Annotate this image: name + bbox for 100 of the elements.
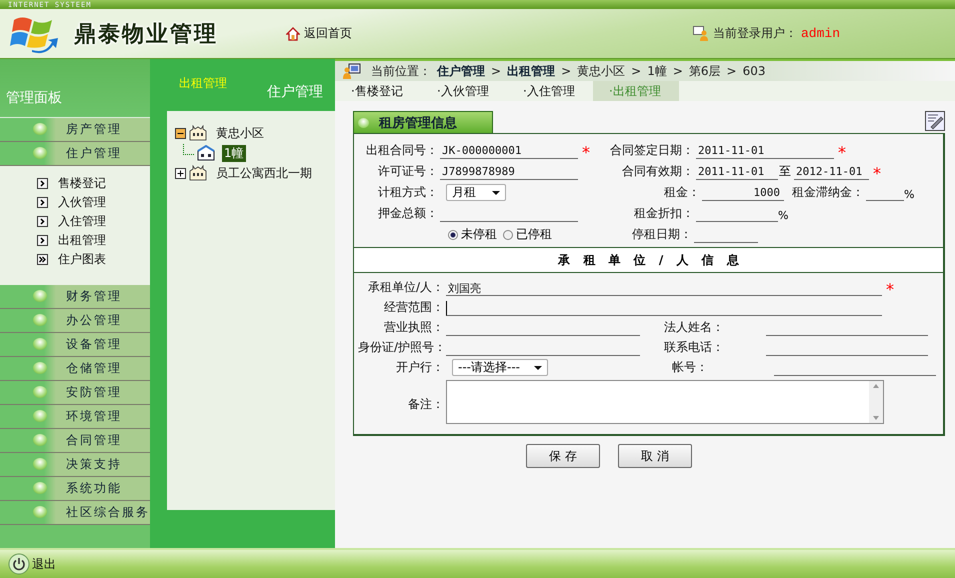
field-label: 合同签定日期： xyxy=(609,142,694,159)
breadcrumb-item: 出租管理 xyxy=(507,62,556,80)
double-chevron-icon xyxy=(37,254,48,264)
breadcrumb-label: 当前位置： xyxy=(371,62,431,80)
submenu-item[interactable]: 售楼登记 xyxy=(37,175,150,191)
input-field[interactable]: 刘国亮 xyxy=(446,281,882,296)
bulb-icon xyxy=(33,314,47,326)
exit-button[interactable]: 退出 xyxy=(8,553,56,575)
sidebar-item[interactable]: 决策支持 xyxy=(0,453,150,477)
unit-label: % xyxy=(904,188,914,201)
chevron-icon xyxy=(37,178,48,188)
breadcrumb-separator: > xyxy=(491,64,502,78)
field-label: 合同有效期： xyxy=(621,163,694,180)
username: admin xyxy=(800,26,840,41)
field-label: 计租方式： xyxy=(377,184,438,201)
building-icon xyxy=(189,125,207,141)
input-field[interactable] xyxy=(446,301,882,316)
breadcrumb-separator: > xyxy=(672,64,683,78)
required-mark: * xyxy=(872,168,882,180)
bulb-icon xyxy=(33,506,47,518)
input-field[interactable]: 2011-11-01 xyxy=(696,144,834,159)
sidebar-item[interactable]: 安防管理 xyxy=(0,381,150,405)
sidebar-item[interactable]: 环境管理 xyxy=(0,405,150,429)
breadcrumb-item: 黄忠小区 xyxy=(577,62,626,80)
caret-icon xyxy=(534,366,542,370)
user-label: 当前登录用户： xyxy=(712,25,797,42)
sidebar-item[interactable]: 财务管理 xyxy=(0,285,150,309)
bulb-icon xyxy=(33,123,47,135)
field-label: 租金折扣： xyxy=(633,205,694,222)
sidebar-item[interactable]: 设备管理 xyxy=(0,333,150,357)
bulb-icon xyxy=(33,386,47,398)
dropdown[interactable]: 月租 xyxy=(446,184,506,201)
input-field[interactable]: JK-000000001 xyxy=(440,144,578,159)
caret-icon xyxy=(492,190,500,194)
house-icon xyxy=(197,145,215,161)
unit-label: % xyxy=(778,209,788,222)
required-mark: * xyxy=(837,147,847,159)
dropdown[interactable]: ---请选择--- xyxy=(452,359,548,376)
form-title: 租房管理信息 xyxy=(353,111,493,133)
expand-icon[interactable] xyxy=(175,168,186,178)
form-button[interactable]: 取 消 xyxy=(618,444,692,468)
bulb-icon xyxy=(33,482,47,494)
field-label: 承租单位/人： xyxy=(366,279,444,296)
input-field[interactable]: J7899878989 xyxy=(440,165,578,180)
field-label: 停租日期： xyxy=(631,226,692,243)
submenu-item[interactable]: 入伙管理 xyxy=(37,194,150,210)
field-label: 法人姓名： xyxy=(664,319,725,336)
submenu-item[interactable]: 入住管理 xyxy=(37,213,150,229)
required-mark: * xyxy=(885,284,895,296)
input-field[interactable]: 2011-11-01 xyxy=(696,165,778,180)
edit-icon[interactable] xyxy=(925,111,945,131)
radio-button[interactable] xyxy=(503,230,513,240)
bulb-icon xyxy=(33,362,47,374)
tree-node[interactable]: 1幢 xyxy=(222,144,246,162)
breadcrumb-item: 603 xyxy=(742,64,766,78)
required-mark: * xyxy=(581,147,591,159)
text-area[interactable] xyxy=(446,380,884,424)
sidebar-item[interactable]: 社区综合服务 xyxy=(0,501,150,525)
submenu-item[interactable]: 住户图表 xyxy=(37,251,150,267)
section-heading: 承租单位/人信息 xyxy=(556,252,752,268)
bulb-icon xyxy=(33,458,47,470)
collapse-icon[interactable] xyxy=(175,128,186,138)
scrollbar[interactable] xyxy=(869,381,883,423)
field-label: 身份证/护照号： xyxy=(358,339,444,356)
field-label: 经营范围： xyxy=(383,299,444,316)
tree-node[interactable]: 员工公寓西北一期 xyxy=(214,164,314,182)
input-field[interactable]: 2012-11-01 xyxy=(794,165,869,180)
range-separator: 至 xyxy=(778,163,792,180)
sidebar-item[interactable]: 住户管理 xyxy=(0,142,150,166)
home-link[interactable]: 返回首页 xyxy=(286,25,352,42)
field-label: 租金： xyxy=(663,184,700,201)
field-label: 联系电话： xyxy=(664,339,725,356)
breadcrumb-separator: > xyxy=(561,64,572,78)
sidebar-item[interactable]: 合同管理 xyxy=(0,429,150,453)
breadcrumb-separator: > xyxy=(631,64,642,78)
chevron-icon xyxy=(37,196,48,208)
input-field[interactable]: 1000 xyxy=(702,186,784,201)
field-label: 营业执照： xyxy=(383,319,444,336)
field-label: 开户行： xyxy=(395,359,444,376)
tree-node[interactable]: 黄忠小区 xyxy=(214,124,266,142)
submenu-item[interactable]: 出租管理 xyxy=(37,232,150,248)
field-label: 备注： xyxy=(407,396,444,413)
sidebar-item[interactable]: 房产管理 xyxy=(0,118,150,142)
radio-button[interactable] xyxy=(448,230,458,240)
home-icon xyxy=(286,26,300,40)
panel-subtitle: 出租管理 xyxy=(179,75,227,92)
breadcrumb-item: 1幢 xyxy=(647,62,667,80)
bulb-icon xyxy=(33,410,47,422)
radio-option[interactable]: 已停租 xyxy=(503,226,552,243)
bulb-icon xyxy=(33,434,47,446)
location-icon xyxy=(343,63,361,79)
sidebar-item[interactable]: 办公管理 xyxy=(0,309,150,333)
form-button[interactable]: 保 存 xyxy=(526,444,600,468)
panel-title: 住户管理 xyxy=(267,83,323,101)
breadcrumb-separator: > xyxy=(726,64,737,78)
field-label: 出租合同号： xyxy=(365,142,438,159)
bulb-icon xyxy=(33,290,47,302)
sidebar-item[interactable]: 仓储管理 xyxy=(0,357,150,381)
radio-option[interactable]: 未停租 xyxy=(448,226,497,243)
sidebar-item[interactable]: 系统功能 xyxy=(0,477,150,501)
